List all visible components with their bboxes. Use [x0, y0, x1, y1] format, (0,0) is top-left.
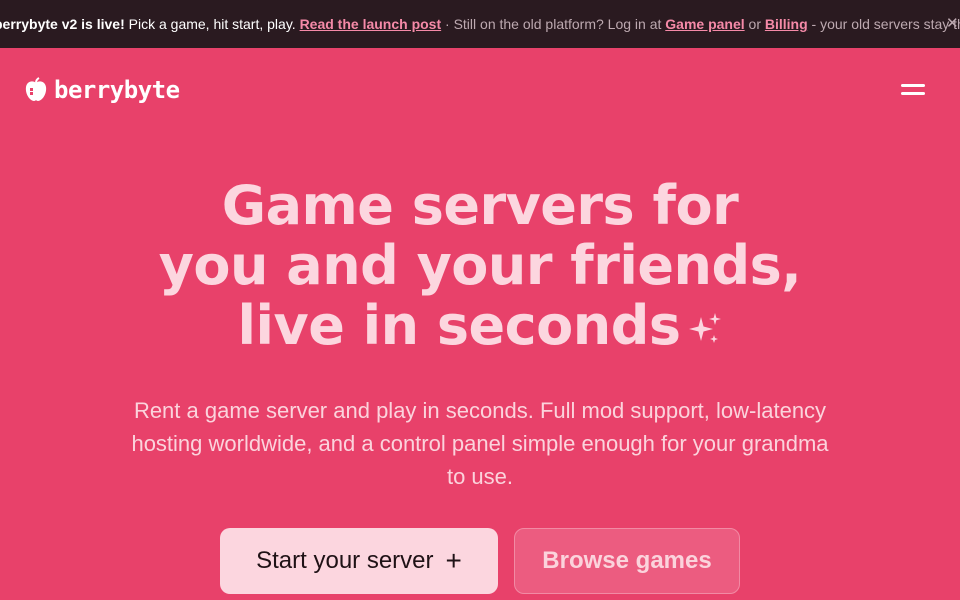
- announcement-text-4: - your old servers stay there.: [811, 16, 960, 32]
- announcement-text-3: or: [744, 16, 765, 32]
- menu-line-top: [901, 84, 925, 87]
- close-icon[interactable]: ✕: [946, 14, 960, 34]
- logo[interactable]: berrybyte: [24, 76, 180, 104]
- announcement-text-2: · Still on the old platform? Log in at: [441, 16, 666, 32]
- hero-title-line-3: live in seconds: [237, 294, 681, 357]
- hero-title-line-1: Game servers for: [221, 174, 739, 237]
- apple-icon: [25, 77, 47, 101]
- hero-subtitle: Rent a game server and play in seconds. …: [131, 398, 829, 489]
- hero-title: Game servers for you and your friends, l…: [0, 176, 960, 356]
- announcement-text: berrybyte v2 is live! Pick a game, hit s…: [0, 15, 960, 33]
- announcement-bar: berrybyte v2 is live! Pick a game, hit s…: [0, 0, 960, 48]
- logo-text: berrybyte: [54, 76, 180, 104]
- billing-link[interactable]: Billing: [765, 16, 808, 32]
- announcement-text-1: Pick a game, hit start, play.: [124, 16, 300, 32]
- hamburger-icon[interactable]: [901, 84, 925, 98]
- launch-post-link[interactable]: Read the launch post: [300, 16, 442, 32]
- plus-icon: +: [445, 545, 462, 576]
- sparkles-icon: [688, 313, 721, 344]
- start-server-button[interactable]: Start your server +: [220, 528, 498, 594]
- menu-line-bottom: [901, 92, 925, 95]
- browse-games-label: Browse games: [542, 547, 712, 574]
- browse-games-button[interactable]: Browse games: [514, 528, 740, 594]
- game-panel-link[interactable]: Game panel: [665, 16, 744, 32]
- hero-title-line-2: you and your friends,: [158, 234, 802, 297]
- start-server-label: Start your server: [256, 547, 434, 574]
- announcement-brand: berrybyte v2 is live!: [0, 16, 125, 32]
